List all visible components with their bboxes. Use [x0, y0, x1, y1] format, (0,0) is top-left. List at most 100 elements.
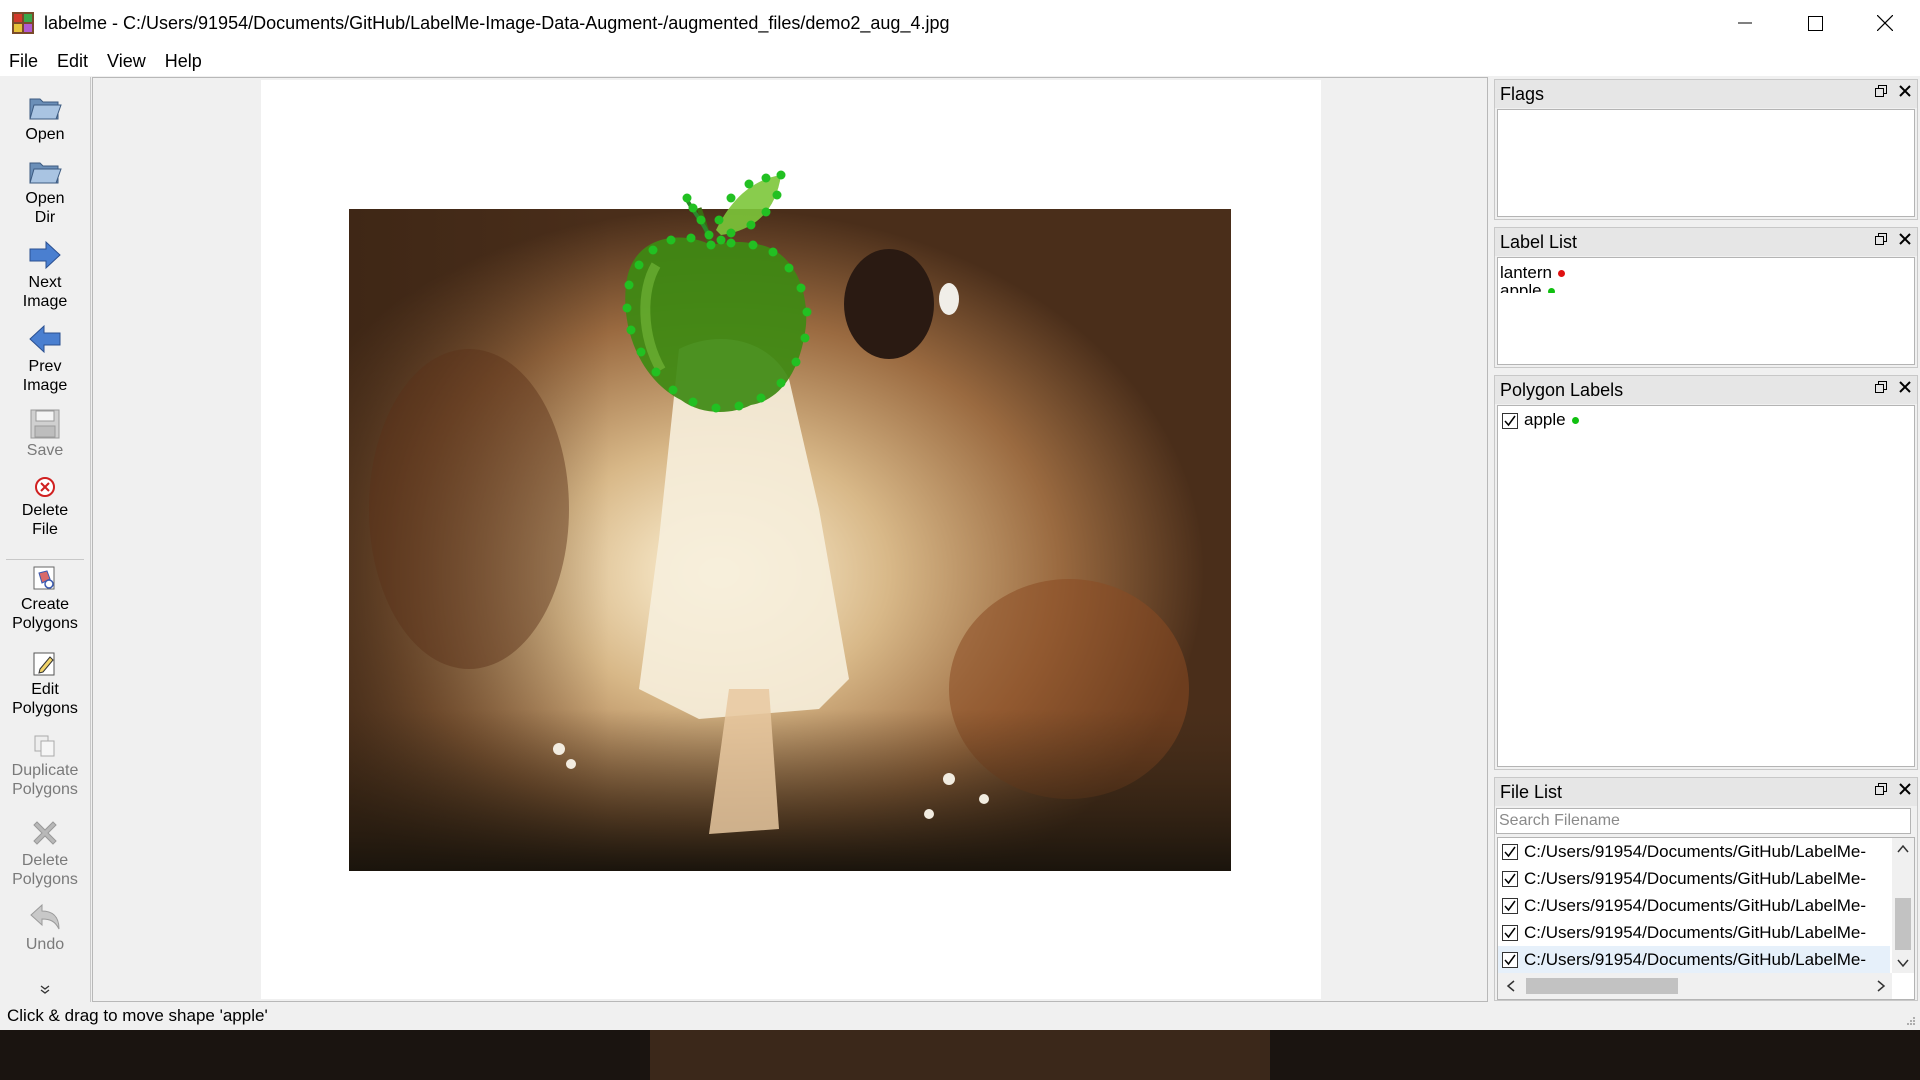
search-filename-input[interactable] — [1496, 808, 1911, 834]
scrollbar-thumb[interactable] — [1526, 978, 1678, 994]
polygon-vertex[interactable] — [636, 347, 646, 357]
list-item[interactable]: lantern — [1498, 263, 1914, 282]
chevron-up-icon[interactable] — [1897, 844, 1909, 854]
list-item[interactable]: apple — [1498, 281, 1914, 293]
close-button[interactable] — [1850, 0, 1920, 46]
prev-image-button[interactable]: Prev Image — [0, 323, 90, 395]
polygon-visible-checkbox[interactable] — [1502, 412, 1518, 429]
close-dock-icon[interactable] — [1899, 381, 1911, 393]
polygon-vertex[interactable] — [706, 240, 716, 250]
close-dock-icon[interactable] — [1899, 233, 1911, 245]
polygon-vertex[interactable] — [772, 190, 782, 200]
list-item[interactable]: apple — [1498, 410, 1914, 429]
menu-file[interactable]: File — [0, 51, 48, 72]
chevron-down-icon[interactable] — [1897, 958, 1909, 968]
scrollbar-thumb[interactable] — [1895, 898, 1911, 950]
polygon-vertex[interactable] — [686, 233, 696, 243]
polygon-vertex[interactable] — [726, 238, 736, 248]
delete-polygons-button[interactable]: Delete Polygons — [0, 817, 90, 889]
polygon-vertex[interactable] — [714, 215, 724, 225]
delete-file-button[interactable]: Delete File — [0, 475, 90, 539]
polygon-labels-list[interactable]: apple — [1497, 405, 1915, 767]
undo-button[interactable]: Undo — [0, 903, 90, 954]
open-dir-button[interactable]: Open Dir — [0, 155, 90, 227]
save-button[interactable]: Save — [0, 409, 90, 460]
polygon-vertex[interactable] — [776, 378, 786, 388]
menu-help[interactable]: Help — [156, 51, 212, 72]
float-dock-icon[interactable] — [1875, 85, 1887, 97]
list-item[interactable]: C:/Users/91954/Documents/GitHub/LabelMe- — [1498, 865, 1890, 892]
file-checkbox[interactable] — [1502, 951, 1518, 968]
polygon-vertex[interactable] — [634, 260, 644, 270]
horizontal-scrollbar[interactable] — [1498, 973, 1892, 999]
labelme-window: labelme - C:/Users/91954/Documents/GitHu… — [0, 0, 1920, 1030]
polygon-vertex[interactable] — [761, 207, 771, 217]
file-checkbox[interactable] — [1502, 870, 1518, 887]
label-color-dot — [1547, 288, 1555, 293]
close-dock-icon[interactable] — [1899, 783, 1911, 795]
menu-edit[interactable]: Edit — [48, 51, 98, 72]
chevron-down-icon[interactable] — [39, 984, 51, 996]
list-item[interactable]: C:/Users/91954/Documents/GitHub/LabelMe- — [1498, 838, 1890, 865]
label-list[interactable]: lantern apple — [1497, 257, 1915, 365]
polygon-vertex[interactable] — [756, 393, 766, 403]
polygon-vertex[interactable] — [734, 401, 744, 411]
list-item[interactable]: C:/Users/91954/Documents/GitHub/LabelMe- — [1498, 919, 1890, 946]
polygon-vertex[interactable] — [768, 247, 778, 257]
float-dock-icon[interactable] — [1875, 233, 1887, 245]
float-dock-icon[interactable] — [1875, 381, 1887, 393]
polygon-vertex[interactable] — [666, 235, 676, 245]
chevron-left-icon[interactable] — [1506, 980, 1516, 992]
float-dock-icon[interactable] — [1875, 783, 1887, 795]
polygon-vertex[interactable] — [651, 367, 661, 377]
polygon-vertex[interactable] — [744, 179, 754, 189]
polygon-vertex[interactable] — [704, 230, 714, 240]
resize-grip-icon[interactable] — [1906, 1016, 1916, 1026]
vertical-scrollbar[interactable] — [1892, 838, 1914, 973]
polygon-vertex[interactable] — [626, 325, 636, 335]
polygon-vertex[interactable] — [761, 173, 771, 183]
polygon-vertex[interactable] — [716, 235, 726, 245]
list-item[interactable]: C:/Users/91954/Documents/GitHub/LabelMe- — [1498, 892, 1890, 919]
polygon-vertex[interactable] — [726, 193, 736, 203]
close-dock-icon[interactable] — [1899, 85, 1911, 97]
file-checkbox[interactable] — [1502, 897, 1518, 914]
polygon-vertex[interactable] — [648, 245, 658, 255]
polygon-vertex[interactable] — [688, 203, 698, 213]
next-image-button[interactable]: Next Image — [0, 239, 90, 311]
polygon-vertex[interactable] — [711, 403, 721, 413]
file-checkbox[interactable] — [1502, 924, 1518, 941]
polygon-vertex[interactable] — [796, 283, 806, 293]
flags-list[interactable] — [1497, 109, 1915, 217]
polygon-vertex[interactable] — [746, 220, 756, 230]
polygon-vertex[interactable] — [622, 303, 632, 313]
polygon-vertex[interactable] — [784, 263, 794, 273]
duplicate-polygons-button[interactable]: Duplicate Polygons — [0, 733, 90, 799]
file-list-dock: File List C:/Users/91954/Documents/GitHu… — [1494, 777, 1918, 1001]
polygon-vertex[interactable] — [776, 170, 786, 180]
polygon-vertex[interactable] — [726, 228, 736, 238]
search-box — [1495, 807, 1917, 835]
canvas-area[interactable] — [92, 77, 1488, 1002]
polygon-vertex[interactable] — [696, 215, 706, 225]
polygon-vertex[interactable] — [668, 385, 678, 395]
menu-view[interactable]: View — [98, 51, 156, 72]
labelme-icon — [12, 12, 34, 34]
polygon-vertex[interactable] — [748, 240, 758, 250]
edit-polygons-button[interactable]: Edit Polygons — [0, 650, 90, 718]
file-checkbox[interactable] — [1502, 843, 1518, 860]
polygon-vertex[interactable] — [624, 280, 634, 290]
apple-polygon[interactable] — [261, 80, 1321, 999]
file-list[interactable]: C:/Users/91954/Documents/GitHub/LabelMe-… — [1497, 837, 1915, 1000]
minimize-button[interactable] — [1710, 0, 1780, 46]
polygon-vertex[interactable] — [682, 193, 692, 203]
polygon-vertex[interactable] — [791, 357, 801, 367]
polygon-vertex[interactable] — [800, 333, 810, 343]
chevron-right-icon[interactable] — [1876, 980, 1886, 992]
open-button[interactable]: Open — [0, 91, 90, 144]
list-item-selected[interactable]: C:/Users/91954/Documents/GitHub/LabelMe- — [1498, 946, 1890, 973]
create-polygons-button[interactable]: Create Polygons — [0, 565, 90, 633]
polygon-vertex[interactable] — [688, 397, 698, 407]
polygon-vertex[interactable] — [802, 307, 812, 317]
maximize-button[interactable] — [1780, 0, 1850, 46]
